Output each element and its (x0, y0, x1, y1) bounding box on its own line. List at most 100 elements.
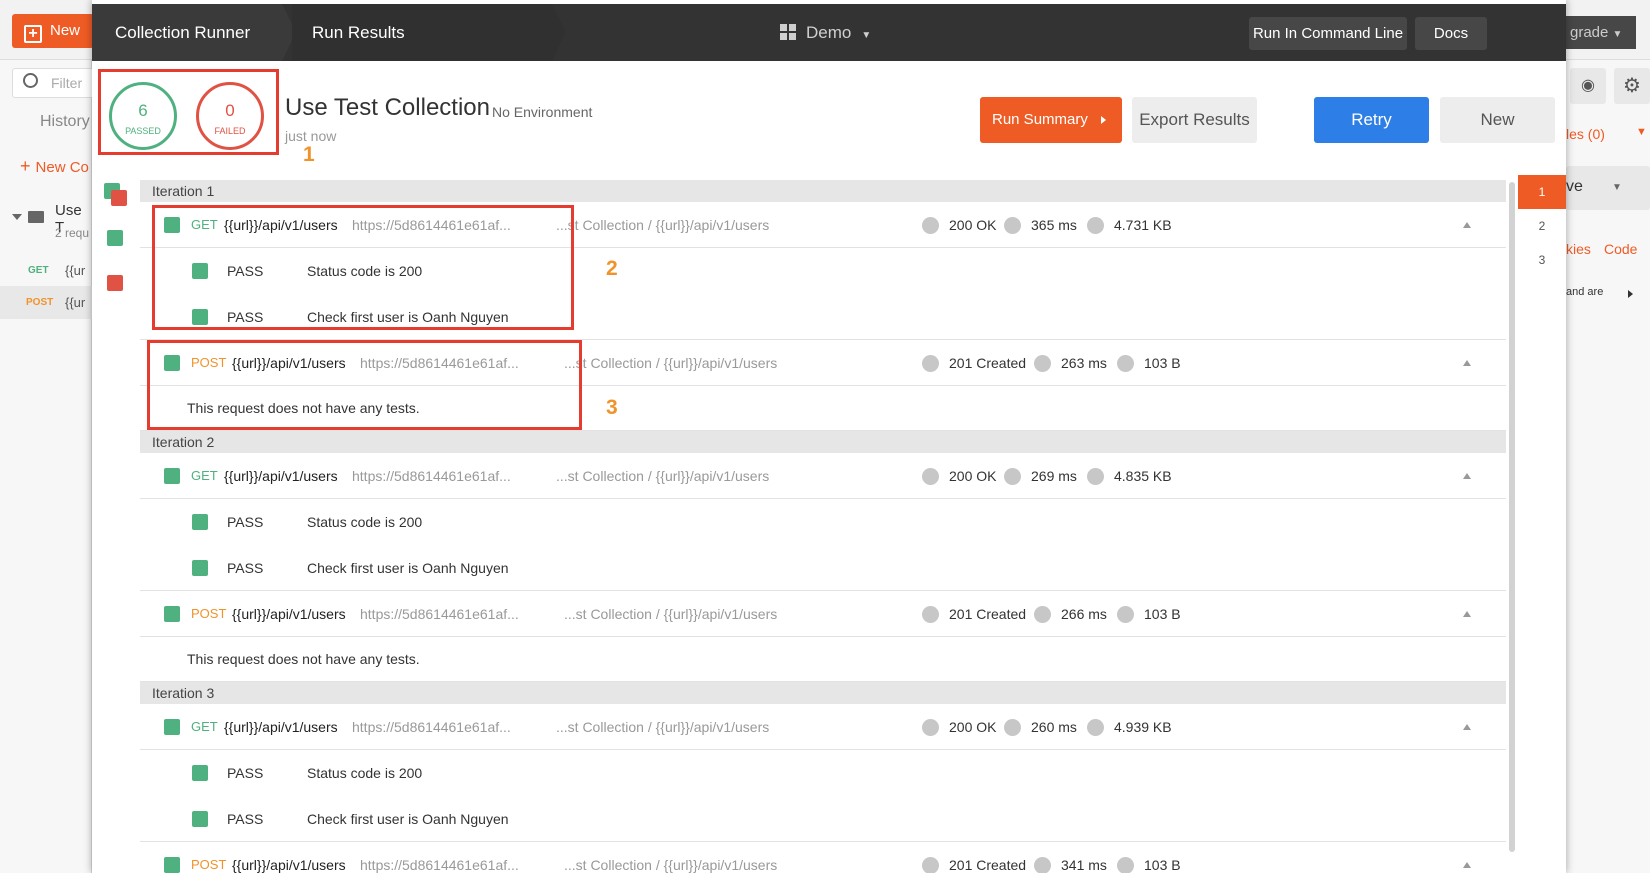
export-results-button[interactable]: Export Results (1132, 97, 1257, 143)
response-size: 4.939 KB (1114, 719, 1172, 735)
filter-failed-icon[interactable] (107, 275, 123, 291)
pass-icon (192, 765, 208, 781)
size-dot-icon (1117, 355, 1134, 372)
response-status: 200 OK (949, 719, 997, 735)
sidebar-req1-url[interactable]: {{ur (65, 263, 85, 278)
gear-icon[interactable]: ⚙ (1614, 68, 1650, 104)
pass-status-icon (164, 719, 180, 735)
response-status: 200 OK (949, 217, 997, 233)
workspace-grid-icon (780, 24, 796, 40)
request-full-url: https://5d8614461e61af... (352, 719, 511, 735)
run-summary-label: Run Summary (992, 111, 1088, 128)
response-size: 4.835 KB (1114, 468, 1172, 484)
save-button[interactable]: ve ▼ (1566, 166, 1650, 210)
test-row: PASS Status code is 200 (140, 750, 1506, 796)
background-right-panel: grade ▼ ◉ ⚙ les (0) ▼ ve ▼ kies Code and… (1566, 16, 1650, 873)
chevron-down-icon: ▼ (861, 30, 872, 41)
run-time: just now (285, 128, 337, 144)
run-summary-button[interactable]: Run Summary (980, 97, 1122, 143)
code-link[interactable]: Code (1604, 241, 1637, 257)
annotation-box-3 (147, 340, 582, 430)
folder-icon (28, 211, 44, 223)
new-collection-link[interactable]: + New Co (20, 156, 89, 177)
no-tests-message: This request does not have any tests. (140, 637, 1506, 682)
request-method: GET (191, 468, 218, 483)
pass-icon (192, 514, 208, 530)
annotation-label-1: 1 (303, 143, 315, 166)
iteration-nav-item[interactable]: 1 (1518, 175, 1566, 209)
docs-button[interactable]: Docs (1415, 17, 1487, 50)
request-row[interactable]: POST {{url}}/api/v1/users https://5d8614… (140, 842, 1506, 873)
request-url: {{url}}/api/v1/users (232, 857, 346, 873)
run-in-command-line-button[interactable]: Run In Command Line (1249, 17, 1407, 50)
request-full-url: https://5d8614461e61af... (360, 606, 519, 622)
request-path: ...st Collection / {{url}}/api/v1/users (556, 468, 770, 484)
request-path: ...st Collection / {{url}}/api/v1/users (556, 217, 770, 233)
collapse-caret-icon[interactable] (1463, 862, 1471, 868)
request-row[interactable]: GET {{url}}/api/v1/users https://5d86144… (140, 704, 1506, 750)
new-button[interactable]: + New (12, 14, 94, 48)
plus-icon: + (20, 156, 36, 176)
collapse-caret-icon[interactable] (1463, 360, 1471, 366)
chevron-right-icon[interactable] (1628, 290, 1633, 298)
response-status: 201 Created (949, 606, 1027, 622)
chevron-down-icon: ▼ (1612, 29, 1623, 40)
sidebar-req2-row[interactable]: POST {{ur (0, 286, 92, 319)
scrollbar-thumb[interactable] (1509, 182, 1515, 852)
request-row[interactable]: POST {{url}}/api/v1/users https://5d8614… (140, 591, 1506, 637)
status-stack-fail-icon[interactable] (111, 190, 127, 206)
response-status: 201 Created (949, 355, 1027, 371)
cookies-link[interactable]: kies (1566, 241, 1591, 257)
new-button-label: New (50, 22, 81, 39)
request-method: GET (191, 719, 218, 734)
size-dot-icon (1087, 468, 1104, 485)
collection-sub: 2 requ (55, 226, 90, 240)
response-status: 200 OK (949, 468, 997, 484)
iteration-header: Iteration 3 (140, 682, 1506, 704)
pass-status-icon (164, 468, 180, 484)
response-size: 4.731 KB (1114, 217, 1172, 233)
eye-icon[interactable]: ◉ (1570, 68, 1606, 104)
iteration-header: Iteration 2 (140, 431, 1506, 453)
request-full-url: https://5d8614461e61af... (360, 857, 519, 873)
request-method: POST (191, 857, 227, 872)
crumb-collection-runner[interactable]: Collection Runner (92, 4, 296, 61)
test-status: PASS (227, 514, 264, 530)
workspace-selector[interactable]: Demo ▼ (780, 4, 871, 61)
time-dot-icon (1004, 719, 1021, 736)
background-sidebar: Filter History + New Co Use T 2 requ GET… (0, 60, 102, 873)
collapse-caret-icon[interactable] (1463, 473, 1471, 479)
status-dot-icon (922, 217, 939, 234)
status-dot-icon (922, 468, 939, 485)
request-row[interactable]: GET {{url}}/api/v1/users https://5d86144… (140, 453, 1506, 499)
time-dot-icon (1034, 355, 1051, 372)
retry-button[interactable]: Retry (1314, 97, 1429, 143)
iteration-nav-item[interactable]: 2 (1518, 209, 1566, 243)
status-dot-icon (922, 606, 939, 623)
upgrade-button[interactable]: grade ▼ (1566, 16, 1636, 49)
filter-input[interactable]: Filter (12, 68, 102, 98)
request-full-url: https://5d8614461e61af... (352, 468, 511, 484)
history-tab[interactable]: History (40, 113, 90, 131)
time-dot-icon (1034, 606, 1051, 623)
chevron-down-icon[interactable] (12, 214, 22, 220)
collapse-caret-icon[interactable] (1463, 724, 1471, 730)
iteration-nav-item[interactable]: 3 (1518, 243, 1566, 277)
new-run-button[interactable]: New (1440, 97, 1555, 143)
annotation-label-3: 3 (606, 396, 618, 419)
test-status: PASS (227, 811, 264, 827)
environment-label[interactable]: les (0) (1566, 126, 1605, 142)
filter-passed-icon[interactable] (107, 230, 123, 246)
request-url: {{url}}/api/v1/users (232, 606, 346, 622)
caret-right-icon (1101, 116, 1106, 124)
iteration-nav: 1 2 3 (1518, 175, 1566, 295)
collapse-caret-icon[interactable] (1463, 222, 1471, 228)
response-time: 266 ms (1061, 606, 1107, 622)
request-path: ...st Collection / {{url}}/api/v1/users (556, 719, 770, 735)
chevron-down-icon: ▼ (1636, 126, 1647, 138)
filter-placeholder: Filter (51, 75, 83, 91)
collapse-caret-icon[interactable] (1463, 611, 1471, 617)
crumb-run-results[interactable]: Run Results (292, 4, 566, 61)
upgrade-label: grade (1570, 24, 1609, 41)
test-status: PASS (227, 560, 264, 576)
